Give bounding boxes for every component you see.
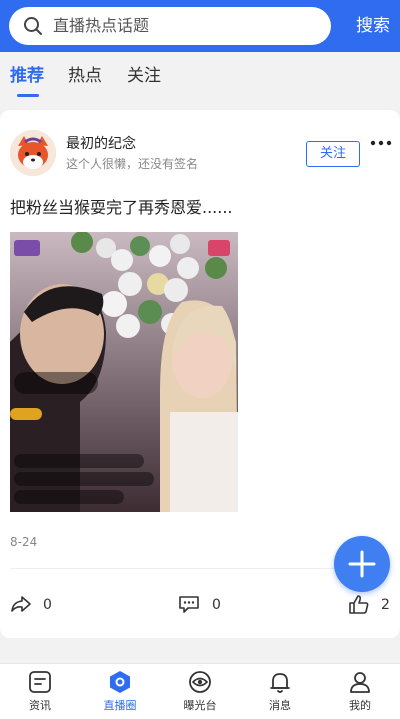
tab-follow[interactable]: 关注: [127, 64, 161, 88]
tab-hot[interactable]: 热点: [68, 64, 102, 88]
comment-count: 0: [212, 597, 221, 613]
category-tabs: 推荐 热点 关注: [0, 52, 400, 100]
top-bar: 直播热点话题 搜索: [0, 0, 400, 52]
nav-item-profile[interactable]: 我的: [320, 664, 400, 719]
thumbs-up-icon: [349, 595, 369, 614]
nav-item-news[interactable]: 资讯: [0, 664, 80, 719]
add-post-button[interactable]: [334, 536, 390, 592]
follow-button[interactable]: 关注: [306, 141, 360, 167]
avatar[interactable]: [10, 130, 56, 176]
share-count: 0: [43, 597, 52, 613]
more-options-icon[interactable]: [370, 136, 392, 150]
search-input[interactable]: 直播热点话题: [9, 7, 331, 45]
nav-label-live-circle: 直播圈: [103, 699, 137, 712]
eye-icon: [189, 671, 211, 693]
search-placeholder: 直播热点话题: [53, 16, 150, 35]
username[interactable]: 最初的纪念: [66, 135, 136, 153]
post-image[interactable]: [10, 232, 238, 512]
comment-icon: [179, 596, 199, 613]
live-circle-icon: [110, 671, 130, 693]
nav-label-profile: 我的: [349, 699, 371, 712]
comment-button[interactable]: 0: [178, 594, 238, 616]
live-stream-photo: [10, 232, 238, 512]
nav-item-exposure[interactable]: 曝光台: [160, 664, 240, 719]
nav-item-messages[interactable]: 消息: [240, 664, 320, 719]
user-icon: [350, 672, 370, 693]
post-date: 8-24: [10, 535, 38, 549]
like-count: 2: [381, 597, 390, 613]
search-button[interactable]: 搜索: [356, 14, 390, 38]
bottom-nav: 资讯 直播圈 曝光台 消息 我的: [0, 663, 400, 719]
nav-label-messages: 消息: [269, 699, 291, 712]
tab-recommend[interactable]: 推荐: [10, 64, 44, 88]
nav-label-news: 资讯: [29, 699, 51, 712]
like-button[interactable]: 2: [348, 594, 392, 616]
share-icon: [11, 596, 31, 612]
user-signature: 这个人很懒，还没有签名: [66, 157, 199, 171]
nav-label-exposure: 曝光台: [183, 699, 217, 712]
plus-icon: [348, 550, 376, 578]
fox-avatar-icon: [10, 130, 56, 176]
bell-icon: [270, 673, 290, 693]
active-tab-indicator: [17, 94, 39, 97]
nav-item-live-circle[interactable]: 直播圈: [80, 664, 160, 719]
news-icon: [29, 671, 51, 693]
post-text: 把粉丝当猴耍完了再秀恩爱......: [10, 198, 233, 217]
divider: [10, 568, 390, 569]
share-button[interactable]: 0: [10, 594, 70, 616]
search-icon: [24, 17, 42, 35]
